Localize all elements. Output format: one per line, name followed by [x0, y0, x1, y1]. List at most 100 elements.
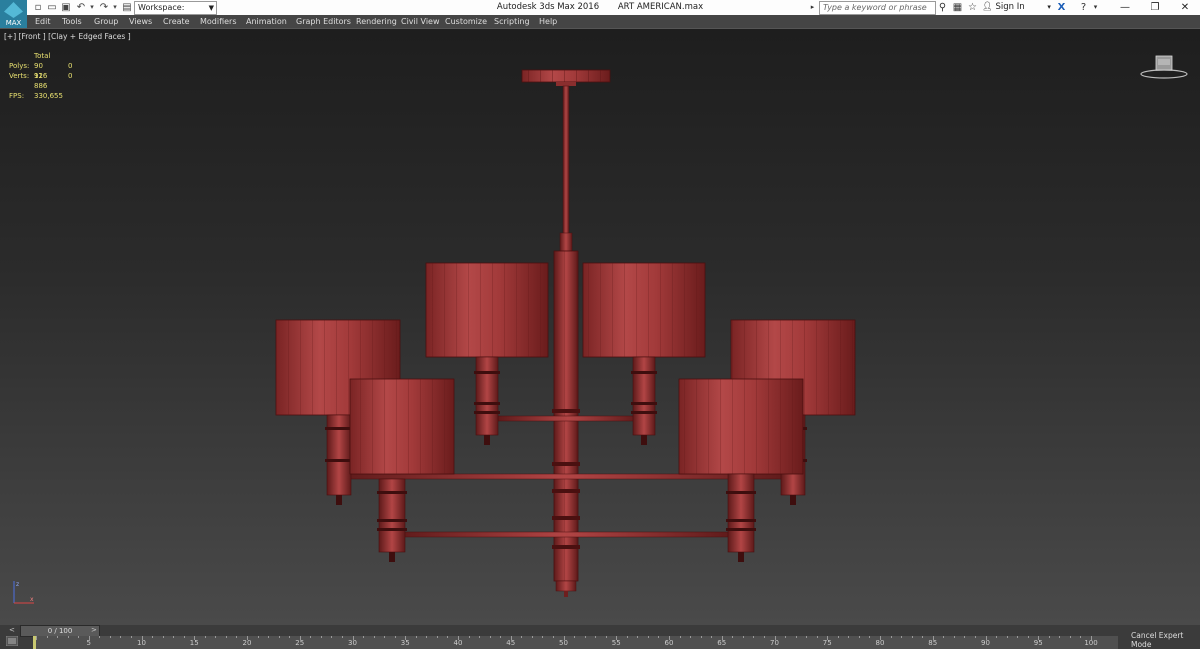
project-folder-icon[interactable]: ▤: [121, 1, 133, 14]
restore-button[interactable]: ❐: [1140, 0, 1170, 15]
timeline-tick: [278, 636, 280, 638]
timeline-tick: [1027, 636, 1029, 638]
timeline-tick: [152, 636, 154, 638]
timeline-tick: [1017, 636, 1019, 638]
timeline-tick: [173, 636, 175, 638]
subscription-icon[interactable]: ▦: [951, 1, 964, 14]
timeline-tick: [109, 636, 111, 638]
timeline-tick: [869, 636, 871, 638]
timeline-frame-label: 15: [189, 639, 199, 647]
curve-editor-icon[interactable]: [6, 636, 18, 646]
undo-dropdown-icon[interactable]: ▾: [86, 1, 98, 14]
timeline-tick: [120, 636, 122, 638]
timeline-tick: [384, 636, 386, 638]
timeline-tick: [363, 636, 365, 638]
timeline-frame-label: 70: [770, 639, 779, 647]
timeline-tick: [447, 636, 449, 638]
menu-modifiers[interactable]: Modifiers: [200, 15, 237, 28]
user-icon: 👤︎: [982, 2, 993, 12]
timeline-tick: [837, 636, 839, 638]
timeline-tick: [574, 636, 576, 638]
menu-civil-view[interactable]: Civil View: [401, 15, 440, 28]
timeline-tick: [99, 636, 101, 638]
menu-group[interactable]: Group: [94, 15, 118, 28]
chandelier-model[interactable]: [0, 29, 1200, 626]
timeline-tick: [394, 636, 396, 638]
menu-graph-editors[interactable]: Graph Editors: [296, 15, 351, 28]
cancel-expert-mode-button[interactable]: Cancel Expert Mode: [1131, 631, 1200, 649]
timeline-tick: [341, 636, 343, 638]
new-file-icon[interactable]: ▫: [32, 1, 44, 14]
timeline-tick: [489, 636, 491, 638]
slider-next-icon[interactable]: >: [91, 625, 97, 636]
timeline-tick: [426, 636, 428, 638]
timeline-tick: [1069, 636, 1071, 638]
timeline-tick: [1048, 636, 1050, 638]
slider-prev-icon[interactable]: <: [9, 625, 15, 636]
star-icon[interactable]: ☆: [966, 1, 979, 14]
menu-tools[interactable]: Tools: [62, 15, 82, 28]
minimize-button[interactable]: —: [1110, 0, 1140, 15]
front-viewport[interactable]: [+] [Front ] [Clay + Edged Faces ] Total…: [0, 28, 1200, 626]
timeline-frame-label: 90: [981, 639, 990, 647]
timeline-tick: [890, 636, 892, 638]
logo-text: MAX: [5, 19, 22, 27]
search-dropdown-icon[interactable]: ▸: [806, 1, 819, 14]
workspace-dropdown[interactable]: Workspace: Default ▼: [134, 1, 217, 24]
open-file-icon[interactable]: ▭: [46, 1, 58, 14]
title-bar: ▫ ▭ ▣ ↶ ▾ ↷ ▾ ▤ Workspace: Default ▼ Aut…: [0, 0, 1200, 24]
timeline-tick: [183, 636, 185, 638]
timeline-frame-label: 60: [664, 639, 674, 647]
menu-scripting[interactable]: Scripting: [494, 15, 530, 28]
timeline-tick: [785, 636, 787, 638]
timeline-tick: [67, 636, 69, 638]
search-input[interactable]: Type a keyword or phrase: [819, 1, 936, 15]
timeline-tick: [943, 636, 945, 638]
exchange-icon[interactable]: X: [1055, 1, 1068, 14]
menu-create[interactable]: Create: [163, 15, 190, 28]
timeline-tick: [964, 636, 966, 638]
timeline-tick: [637, 636, 639, 638]
time-slider-label: 0 / 100: [47, 627, 73, 635]
timeline-frame-label: 35: [400, 639, 410, 647]
time-panel: < 0 / 100 > 5 10 15 20 25 30 35 40 45 50 55 60 65 70 7…: [0, 625, 1200, 649]
timeline-frame-label: 80: [875, 639, 885, 647]
menu-animation[interactable]: Animation: [246, 15, 287, 28]
timeline-tick: [331, 636, 333, 638]
timeline-tick: [763, 636, 765, 638]
timeline-tick: [78, 636, 80, 638]
timeline-tick: [658, 636, 660, 638]
menu-edit[interactable]: Edit: [35, 15, 51, 28]
track-bar[interactable]: 5 10 15 20 25 30 35 40 45 50 55 60 65 70 75 80 85 90 95 100: [33, 636, 1118, 649]
timeline-tick: [732, 636, 734, 638]
search-placeholder: Type a keyword or phrase: [823, 3, 927, 12]
menu-views[interactable]: Views: [129, 15, 152, 28]
timeline-tick: [647, 636, 649, 638]
menu-rendering[interactable]: Rendering: [356, 15, 397, 28]
timeline-frame-label: 25: [295, 639, 305, 647]
timeline-frame-label: 5: [86, 639, 91, 647]
binoculars-icon[interactable]: ⚲: [936, 1, 949, 14]
timeline-tick: [996, 636, 998, 638]
app-logo[interactable]: MAX: [0, 0, 27, 28]
close-button[interactable]: ✕: [1170, 0, 1200, 15]
timeline-frame-label: 100: [1084, 639, 1098, 647]
redo-dropdown-icon[interactable]: ▾: [109, 1, 121, 14]
timeline-tick: [373, 636, 375, 638]
sign-in-button[interactable]: 👤︎ Sign In ▾: [982, 1, 1051, 14]
timeline-tick: [531, 636, 533, 638]
menu-help[interactable]: Help: [539, 15, 557, 28]
timeline-frame-label: 50: [559, 639, 568, 647]
timeline-tick: [700, 636, 702, 638]
timeline-frame-label: 75: [822, 639, 832, 647]
current-frame-marker[interactable]: [33, 636, 36, 649]
menu-customize[interactable]: Customize: [445, 15, 487, 28]
save-file-icon[interactable]: ▣: [60, 1, 72, 14]
timeline-tick: [415, 636, 417, 638]
help-dropdown-icon[interactable]: ▾: [1089, 1, 1102, 14]
timeline-tick: [974, 636, 976, 638]
timeline-frame-label: 55: [611, 639, 621, 647]
timeline-tick: [584, 636, 586, 638]
timeline-tick: [542, 636, 544, 638]
timeline-tick: [289, 636, 291, 638]
